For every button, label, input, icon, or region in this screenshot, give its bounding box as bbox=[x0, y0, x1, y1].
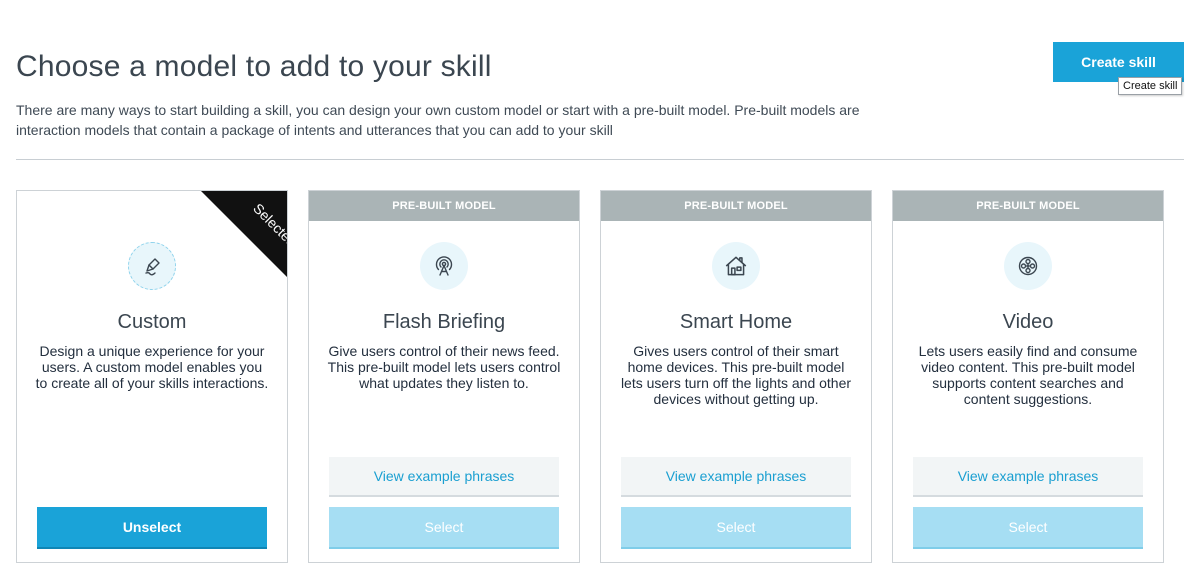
card-title: Video bbox=[1002, 311, 1054, 333]
card-header: PRE-BUILT MODEL bbox=[893, 191, 1163, 221]
select-button[interactable]: Select bbox=[913, 507, 1143, 549]
page: Choose a model to add to your skill Ther… bbox=[0, 0, 1200, 587]
select-button[interactable]: Select bbox=[329, 507, 559, 549]
broadcast-icon bbox=[420, 242, 468, 290]
house-icon bbox=[712, 242, 760, 290]
card-description: Gives users control of their smart home … bbox=[620, 343, 852, 407]
card-description: Design a unique experience for your user… bbox=[35, 343, 269, 391]
model-card-smart-home[interactable]: PRE-BUILT MODEL Smart Home Gives users c… bbox=[600, 190, 872, 563]
model-card-video[interactable]: PRE-BUILT MODEL Video Lets users easily … bbox=[892, 190, 1164, 563]
card-title: Custom bbox=[117, 311, 187, 333]
unselect-button[interactable]: Unselect bbox=[37, 507, 267, 549]
card-title: Smart Home bbox=[679, 311, 793, 333]
select-button[interactable]: Select bbox=[621, 507, 851, 549]
model-card-custom[interactable]: Selected Custom Design a unique experien… bbox=[16, 190, 288, 563]
film-reel-icon bbox=[1004, 242, 1052, 290]
create-skill-button[interactable]: Create skill bbox=[1053, 42, 1184, 82]
selected-ribbon: Selected bbox=[201, 191, 287, 277]
pencil-icon bbox=[128, 242, 176, 290]
card-title: Flash Briefing bbox=[382, 311, 506, 333]
card-description: Give users control of their news feed. T… bbox=[327, 343, 561, 391]
card-description: Lets users easily find and consume video… bbox=[918, 343, 1138, 407]
divider bbox=[16, 159, 1184, 160]
view-example-phrases-button[interactable]: View example phrases bbox=[621, 457, 851, 497]
page-title: Choose a model to add to your skill bbox=[16, 50, 492, 83]
card-header: PRE-BUILT MODEL bbox=[601, 191, 871, 221]
card-header: PRE-BUILT MODEL bbox=[309, 191, 579, 221]
view-example-phrases-button[interactable]: View example phrases bbox=[329, 457, 559, 497]
page-description: There are many ways to start building a … bbox=[16, 102, 860, 138]
view-example-phrases-button[interactable]: View example phrases bbox=[913, 457, 1143, 497]
create-skill-tooltip: Create skill bbox=[1118, 77, 1183, 95]
model-card-flash-briefing[interactable]: PRE-BUILT MODEL Flash Briefing Give user… bbox=[308, 190, 580, 563]
